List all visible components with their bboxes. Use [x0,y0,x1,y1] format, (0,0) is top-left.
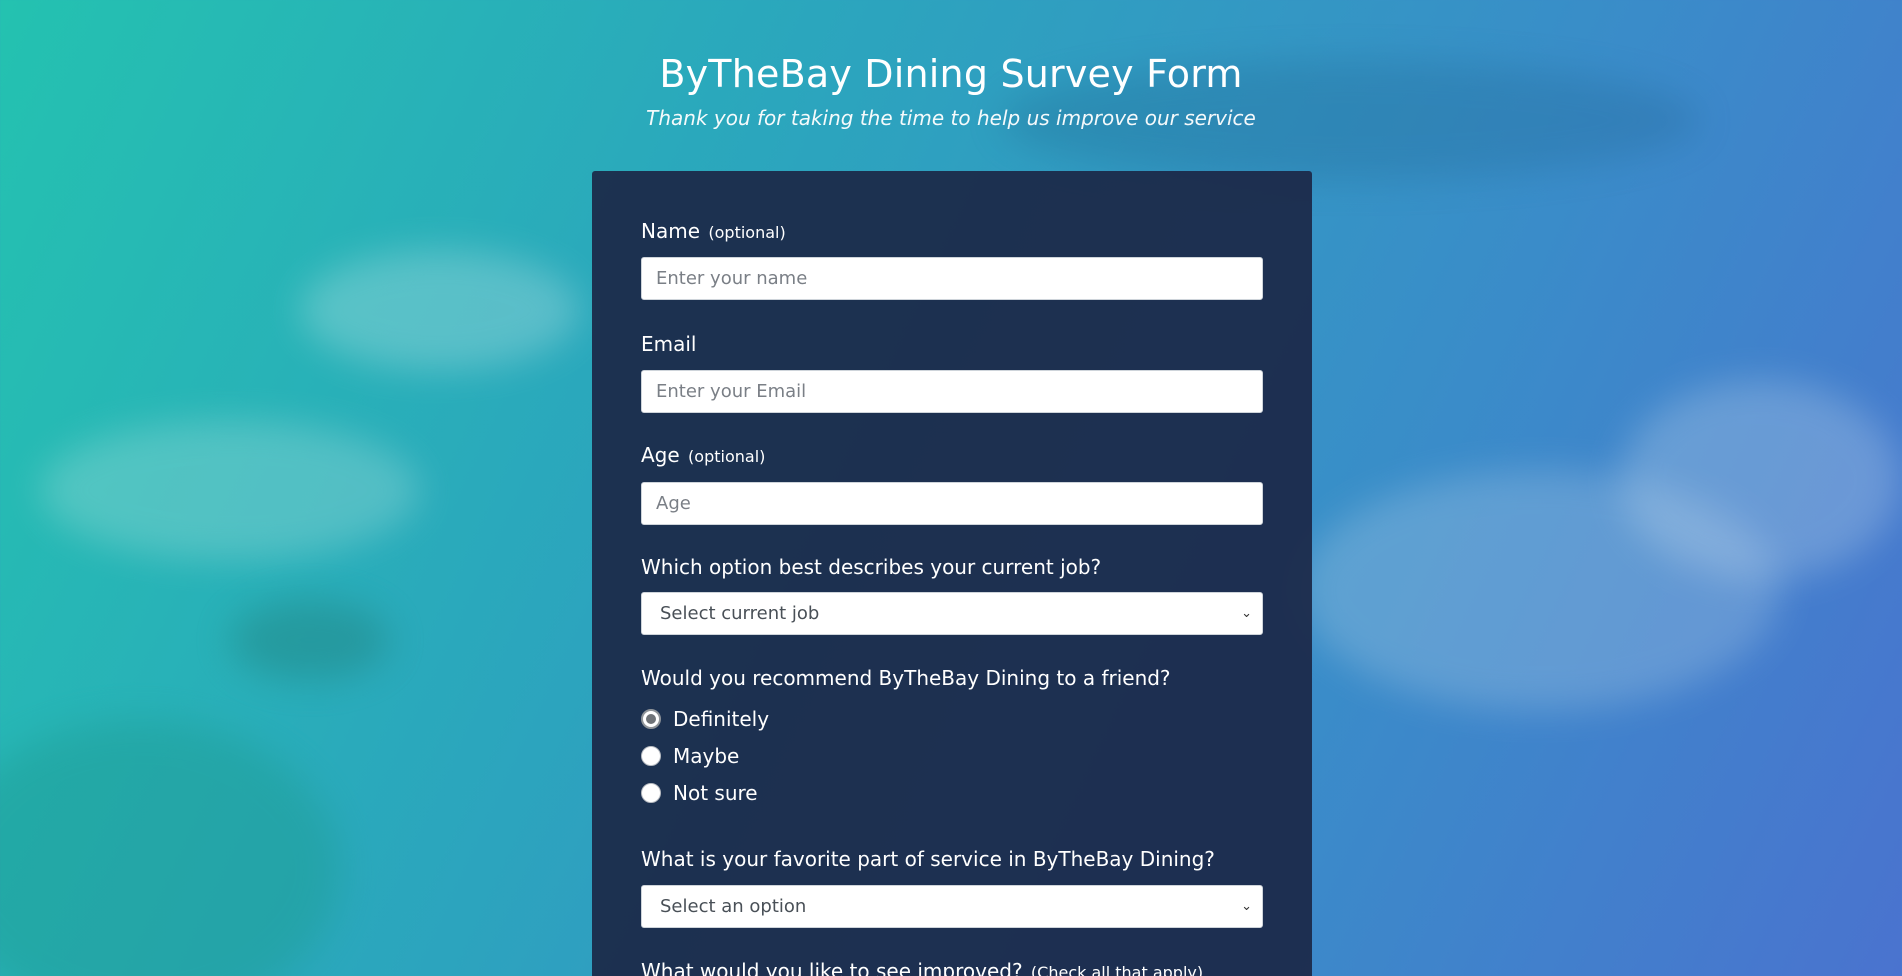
name-label-text: Name [641,219,701,243]
age-label: Age (optional) [641,443,1263,467]
name-label: Name (optional) [641,219,1263,243]
chevron-down-icon: ⌄ [1241,899,1252,914]
job-label: Which option best describes your current… [641,555,1102,579]
page-title: ByTheBay Dining Survey Form [659,52,1243,96]
improved-field-group: What would you like to see improved? (Ch… [641,959,1263,976]
survey-form: Name (optional) Email Age (optional) Whi… [592,171,1312,976]
recommend-label: Would you recommend ByTheBay Dining to a… [641,666,1171,690]
radio-not-sure-label: Not sure [673,781,758,805]
email-label: Email [641,332,697,356]
recommend-option-definitely[interactable]: Definitely [641,704,769,734]
improved-check-all-note: (Check all that apply) [1030,963,1204,976]
improved-label-text: What would you like to see improved? [641,959,1023,976]
radio-maybe-label: Maybe [673,744,740,768]
favorite-label: What is your favorite part of service in… [641,847,1215,871]
email-field-group: Email [641,332,1263,414]
email-input[interactable] [641,370,1263,413]
radio-definitely-label: Definitely [673,707,770,731]
name-input[interactable] [641,257,1263,300]
age-field-group: Age (optional) [641,443,1263,525]
radio-not-sure[interactable] [641,783,661,803]
recommend-option-not-sure[interactable]: Not sure [641,778,758,808]
improved-label: What would you like to see improved? (Ch… [641,959,1263,976]
radio-definitely[interactable] [641,709,661,729]
page-header: ByTheBay Dining Survey Form Thank you fo… [0,52,1902,130]
job-select[interactable]: Select current job ⌄ [641,592,1263,635]
job-select-value: Select current job [660,603,820,624]
job-field-group: Which option best describes your current… [641,555,1263,637]
radio-maybe[interactable] [641,746,661,766]
age-label-text: Age [641,443,680,467]
favorite-field-group: What is your favorite part of service in… [641,847,1263,929]
favorite-select[interactable]: Select an option ⌄ [641,885,1263,928]
recommend-field-group: Would you recommend ByTheBay Dining to a… [641,666,1263,806]
name-field-group: Name (optional) [641,219,1263,301]
favorite-select-value: Select an option [660,896,807,917]
age-optional-note: (optional) [688,447,766,466]
recommend-option-maybe[interactable]: Maybe [641,741,739,771]
name-optional-note: (optional) [708,223,786,242]
page-subtitle: Thank you for taking the time to help us… [646,106,1256,130]
chevron-down-icon: ⌄ [1241,606,1252,621]
age-input[interactable] [641,482,1263,525]
